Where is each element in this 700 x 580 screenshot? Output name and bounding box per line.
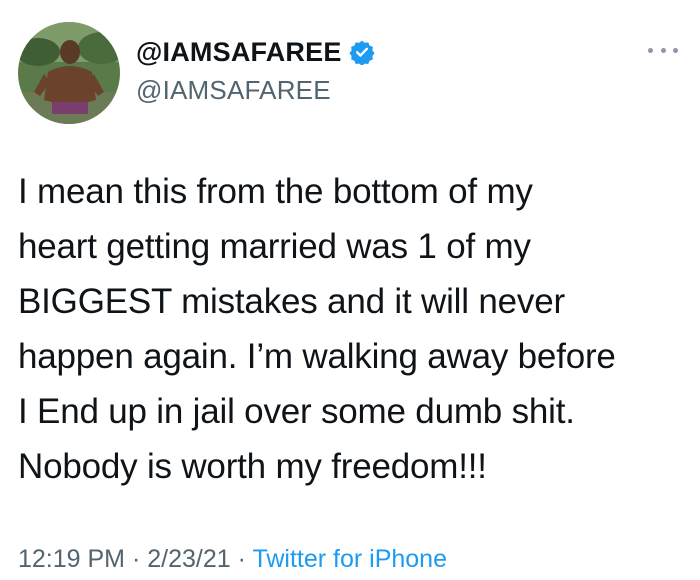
user-handle[interactable]: @IAMSAFAREE	[136, 75, 331, 106]
avatar-image	[18, 22, 120, 124]
meta-separator: ·	[131, 545, 141, 573]
tweet-text: I mean this from the bottom of my heart …	[18, 164, 688, 494]
tweet-text-line: heart getting married was 1 of my	[18, 227, 531, 266]
tweet-text-line: happen again. I’m walking away before	[18, 337, 616, 376]
avatar[interactable]	[18, 22, 120, 124]
author-name-row: @IAMSAFAREE	[136, 34, 375, 70]
tweet-source-link[interactable]: Twitter for iPhone	[252, 545, 447, 573]
tweet-metadata: 12:19 PM · 2/23/21 · Twitter for iPhone	[18, 545, 447, 574]
meta-separator: ·	[237, 545, 246, 573]
tweet-text-line: BIGGEST mistakes and it will never	[18, 282, 565, 321]
more-options-icon[interactable]	[648, 40, 678, 60]
dot-icon	[673, 47, 678, 53]
verified-badge-icon	[348, 39, 375, 66]
display-name[interactable]: @IAMSAFAREE	[136, 37, 342, 68]
tweet-text-line: Nobody is worth my freedom!!!	[18, 447, 487, 486]
dot-icon	[660, 47, 666, 53]
tweet-card: @IAMSAFAREE @IAMSAFAREE I mean this from…	[0, 0, 700, 580]
tweet-text-line: I End up in jail over some dumb shit.	[18, 392, 575, 431]
tweet-date[interactable]: 2/23/21	[147, 545, 230, 573]
tweet-time[interactable]: 12:19 PM	[18, 545, 125, 573]
dot-icon	[648, 47, 653, 53]
tweet-text-line: I mean this from the bottom of my	[18, 172, 533, 211]
